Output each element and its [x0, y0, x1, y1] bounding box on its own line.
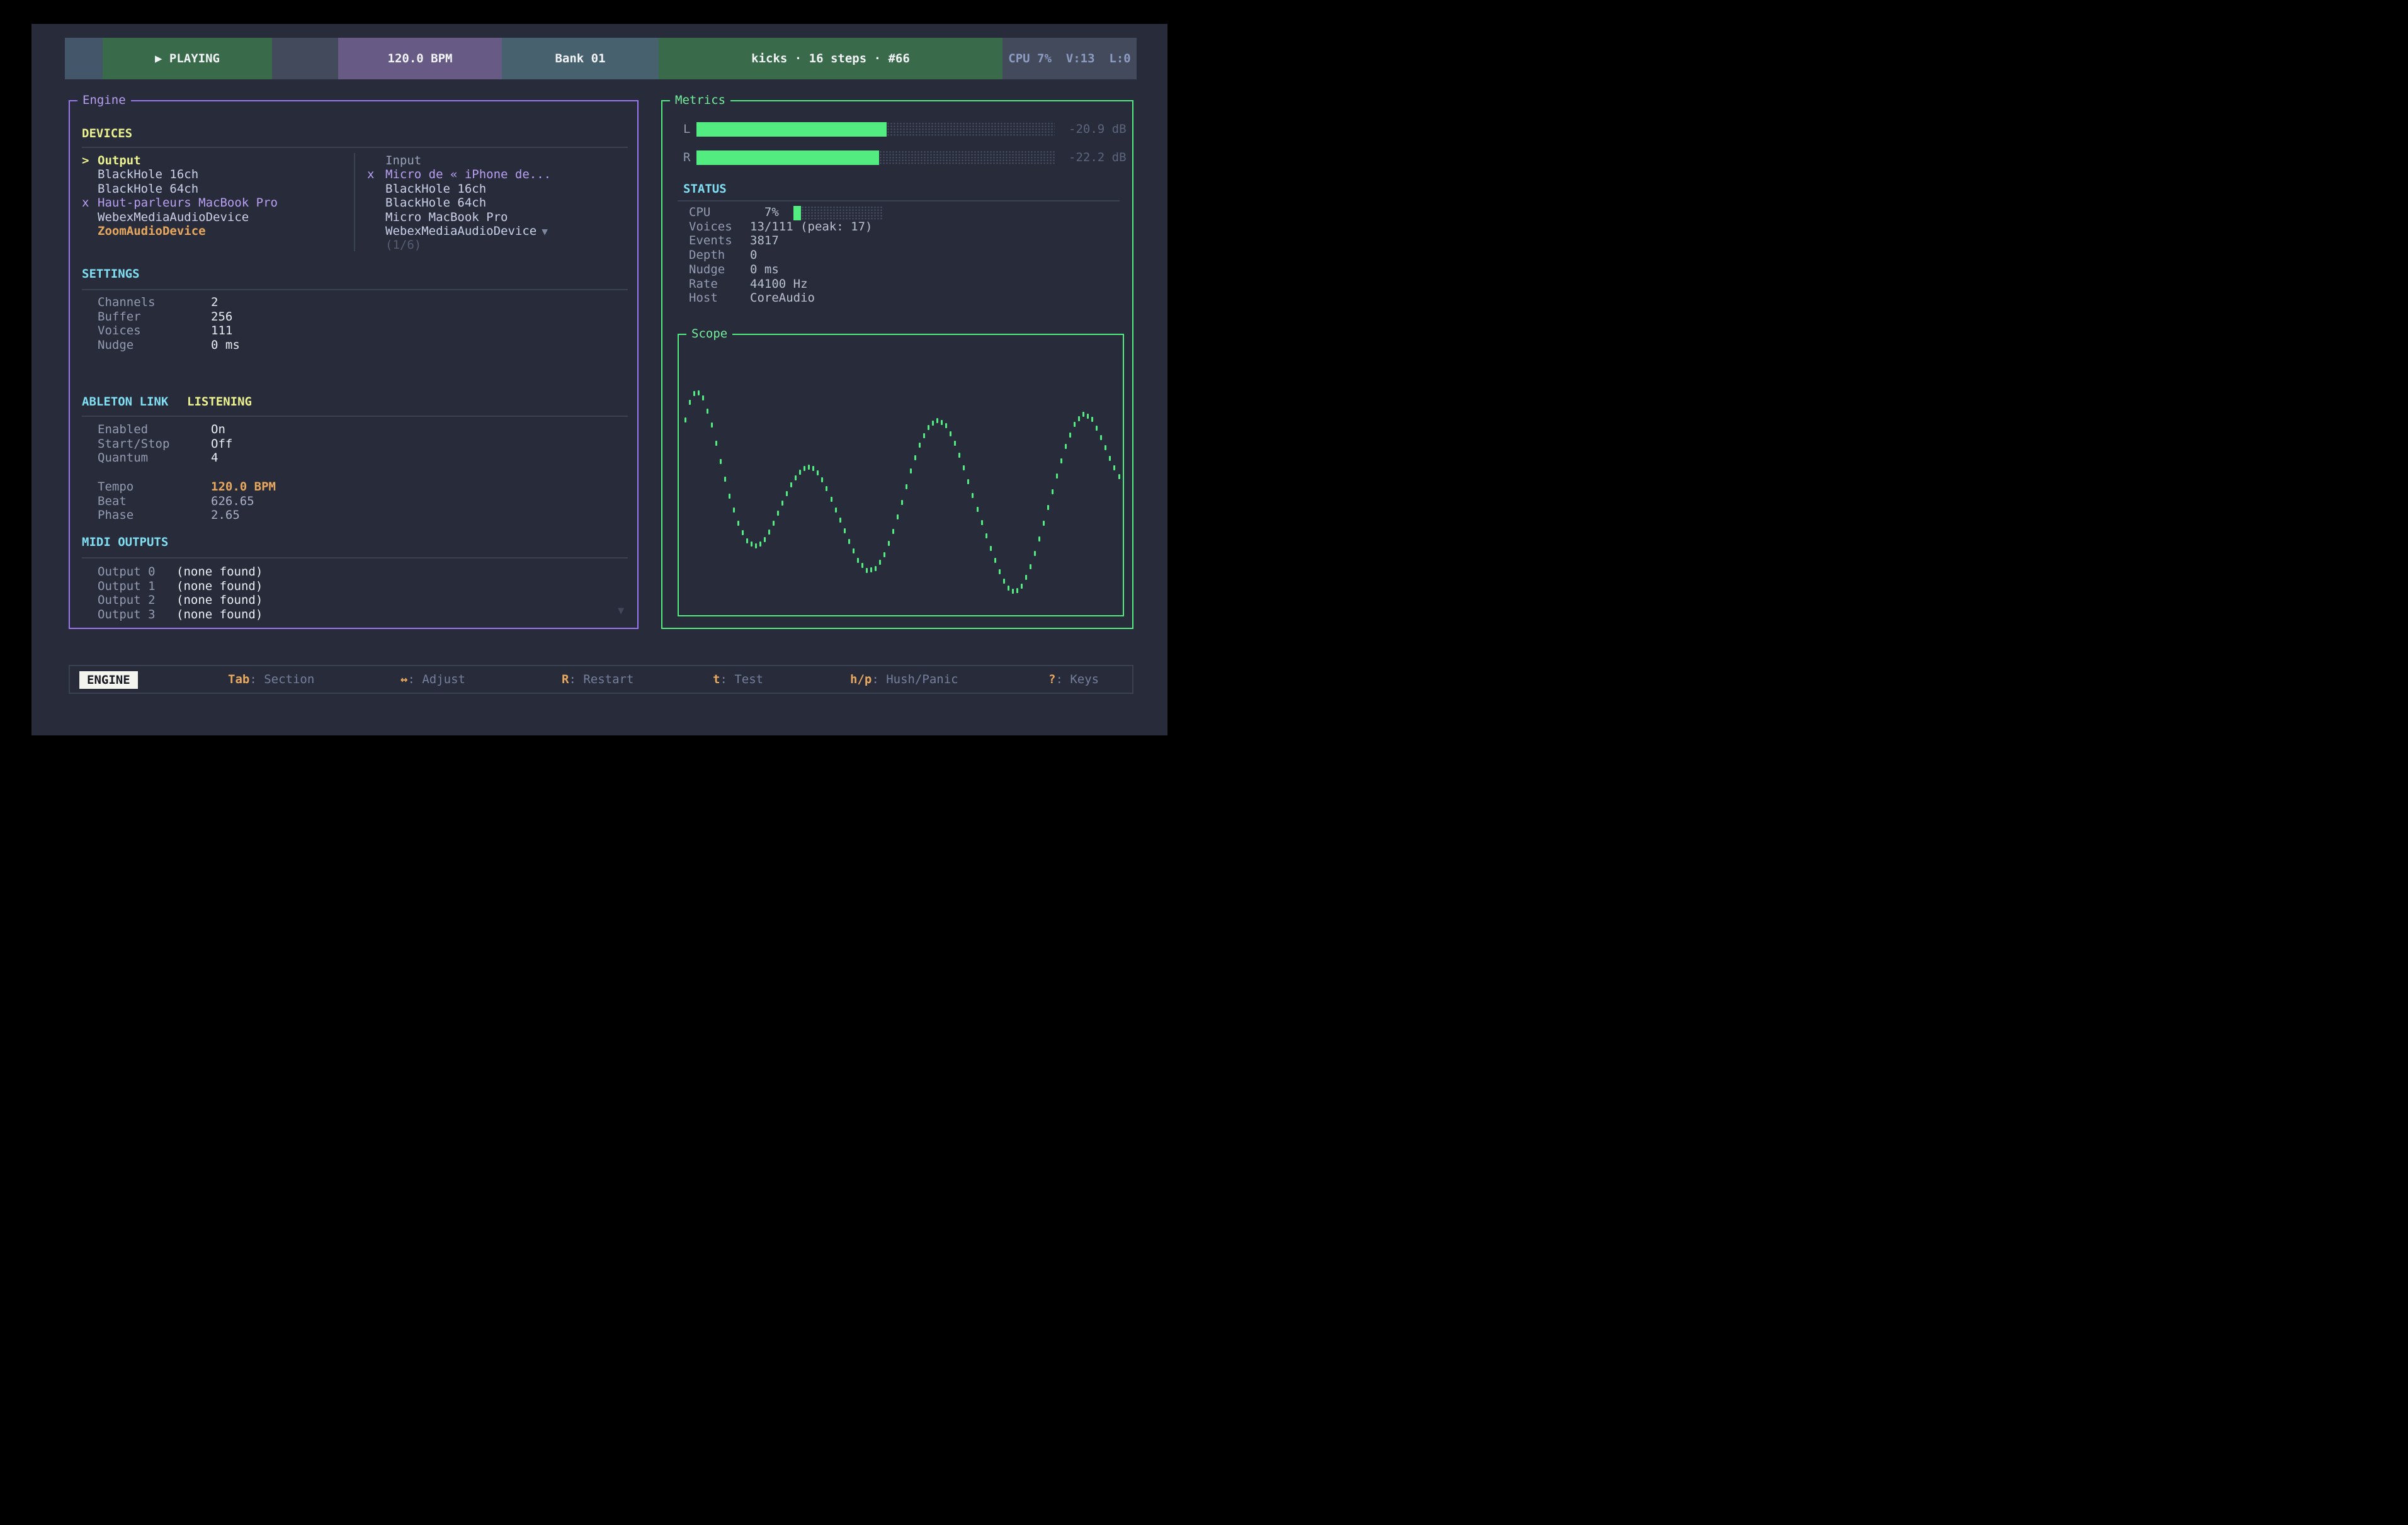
metrics-panel: Metrics L-20.9 dBR-22.2 dB STATUS CPU 7%…	[661, 100, 1133, 629]
play-icon-label: ▶ PLAYING	[155, 52, 220, 65]
shortcut-key: h/p	[850, 671, 872, 688]
field-label: Phase	[98, 506, 133, 524]
device-cursor-marker: >	[82, 152, 89, 169]
scope-title: Scope	[686, 325, 732, 343]
meter-fill	[696, 122, 887, 137]
scroll-down-icon[interactable]: ▼	[618, 602, 624, 620]
divider	[82, 416, 628, 417]
meter-db-value: -22.2 dB	[1069, 149, 1127, 166]
meter-channel-label: L	[683, 120, 690, 138]
cpu-stats: CPU 7% V:13 L:0	[1002, 38, 1137, 79]
device-item[interactable]: ZoomAudioDevice	[98, 222, 206, 240]
scope-display: Scope	[678, 334, 1124, 616]
shortcut-key: ?	[1048, 671, 1055, 688]
field-label: Nudge	[98, 336, 133, 354]
topbar-spacer	[272, 38, 338, 79]
app-window: ▶ PLAYING 120.0 BPM Bank 01 kicks · 16 s…	[31, 24, 1167, 735]
cpu-stats-value: CPU 7% V:13 L:0	[1008, 52, 1130, 65]
transport-status[interactable]: ▶ PLAYING	[103, 38, 272, 79]
status-value: CoreAudio	[750, 289, 815, 307]
divider	[82, 147, 628, 148]
meter-track	[887, 122, 1055, 137]
shortcut-key: R	[562, 671, 569, 688]
bank-value: Bank 01	[555, 52, 605, 65]
device-item: (1/6)	[385, 236, 421, 254]
shortcut-key: Tab	[228, 671, 249, 688]
transport-bar: ▶ PLAYING 120.0 BPM Bank 01 kicks · 16 s…	[65, 38, 1137, 79]
engine-panel-title: Engine	[77, 91, 131, 109]
field-value: 2.65	[211, 506, 240, 524]
field-label: Output 3	[98, 606, 156, 623]
device-cursor-marker: x	[82, 194, 89, 212]
engine-panel: Engine DEVICES >OutputBlackHole 16chBlac…	[69, 100, 639, 629]
field-value: 0 ms	[211, 336, 240, 354]
meter-channel-label: R	[683, 149, 690, 166]
field-value: 4	[211, 449, 218, 467]
divider	[82, 557, 628, 558]
midi-outputs-header: MIDI OUTPUTS	[82, 533, 168, 551]
field-value: (none found)	[176, 606, 263, 623]
shortcut-label: : Hush/Panic	[872, 671, 958, 688]
shortcut-label: : Test	[720, 671, 763, 688]
tempo-value: 120.0 BPM	[388, 52, 453, 65]
link-status-badge: LISTENING	[187, 393, 252, 411]
mode-badge: ENGINE	[79, 671, 138, 689]
pattern-info: kicks · 16 steps · #66	[659, 38, 1002, 79]
device-cursor-marker: x	[367, 166, 374, 183]
settings-header: SETTINGS	[82, 265, 140, 283]
metrics-panel-title: Metrics	[670, 91, 730, 109]
pattern-value: kicks · 16 steps · #66	[751, 52, 910, 65]
tempo-display[interactable]: 120.0 BPM	[338, 38, 502, 79]
bank-display[interactable]: Bank 01	[502, 38, 659, 79]
status-label: Host	[689, 289, 718, 307]
device-column-divider	[354, 153, 355, 251]
divider	[678, 200, 1120, 201]
shortcut-label: : Adjust	[407, 671, 465, 688]
status-header: STATUS	[683, 180, 727, 198]
meter-db-value: -20.9 dB	[1069, 120, 1127, 138]
transport-led-segment	[65, 38, 103, 79]
shortcut-key: ↔	[400, 671, 407, 688]
meter-track	[879, 150, 1055, 165]
meter-fill	[696, 150, 879, 165]
shortcut-label: : Section	[249, 671, 314, 688]
shortcut-label: : Keys	[1055, 671, 1099, 688]
shortcut-key: t	[713, 671, 720, 688]
dropdown-arrow-icon[interactable]: ▼	[542, 223, 548, 241]
footer-bar: ENGINE Tab: Section ↔: Adjust R: Restart t:…	[69, 665, 1133, 694]
shortcut-label: : Restart	[569, 671, 633, 688]
devices-header: DEVICES	[82, 125, 132, 142]
ableton-link-header: ABLETON LINK	[82, 393, 168, 411]
divider	[82, 289, 628, 290]
field-label: Quantum	[98, 449, 148, 467]
